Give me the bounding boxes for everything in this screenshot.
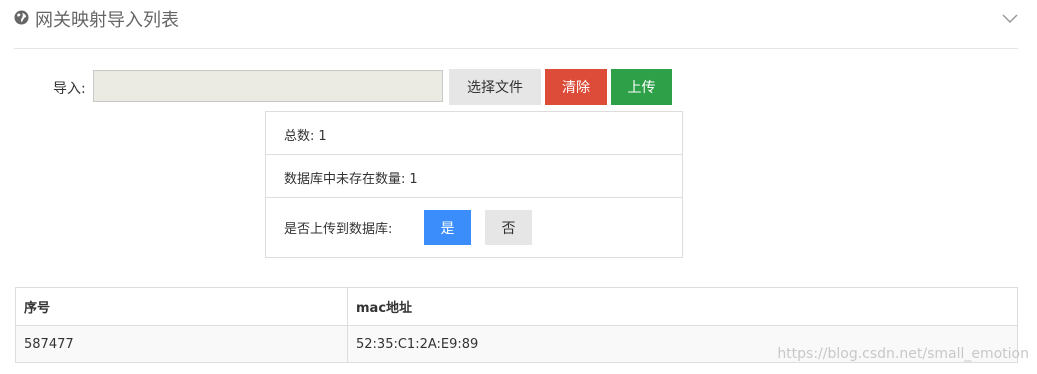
- import-summary-panel: 总数: 1 数据库中未存在数量: 1 是否上传到数据库: 是 否: [265, 111, 683, 258]
- total-row: 总数: 1: [266, 112, 682, 155]
- upload-button[interactable]: 上传: [611, 69, 672, 105]
- missing-value: 1: [409, 172, 418, 187]
- missing-row: 数据库中未存在数量: 1: [266, 155, 682, 198]
- serial-cell: 587477: [15, 325, 348, 363]
- yes-button[interactable]: 是: [424, 210, 471, 245]
- total-label: 总数:: [284, 129, 315, 144]
- panel-header: 网关映射导入列表: [14, 0, 1018, 49]
- table-header-row: 序号 mac地址: [15, 287, 1018, 326]
- clear-button[interactable]: 清除: [545, 69, 607, 105]
- watermark: https://blog.csdn.net/small_emotion: [777, 346, 1029, 362]
- confirm-label: 是否上传到数据库:: [284, 222, 393, 237]
- no-button[interactable]: 否: [485, 210, 532, 245]
- column-header-mac: mac地址: [347, 287, 1018, 326]
- column-header-serial: 序号: [15, 287, 348, 326]
- file-path-input[interactable]: [93, 70, 443, 102]
- chevron-down-icon[interactable]: [1002, 10, 1018, 26]
- import-label: 导入:: [53, 81, 86, 97]
- total-value: 1: [318, 129, 327, 144]
- missing-label: 数据库中未存在数量:: [284, 172, 406, 187]
- page-title: 网关映射导入列表: [35, 10, 179, 31]
- confirm-row: 是否上传到数据库: 是 否: [266, 198, 682, 257]
- choose-file-button[interactable]: 选择文件: [449, 69, 541, 105]
- globe-icon: [14, 10, 29, 25]
